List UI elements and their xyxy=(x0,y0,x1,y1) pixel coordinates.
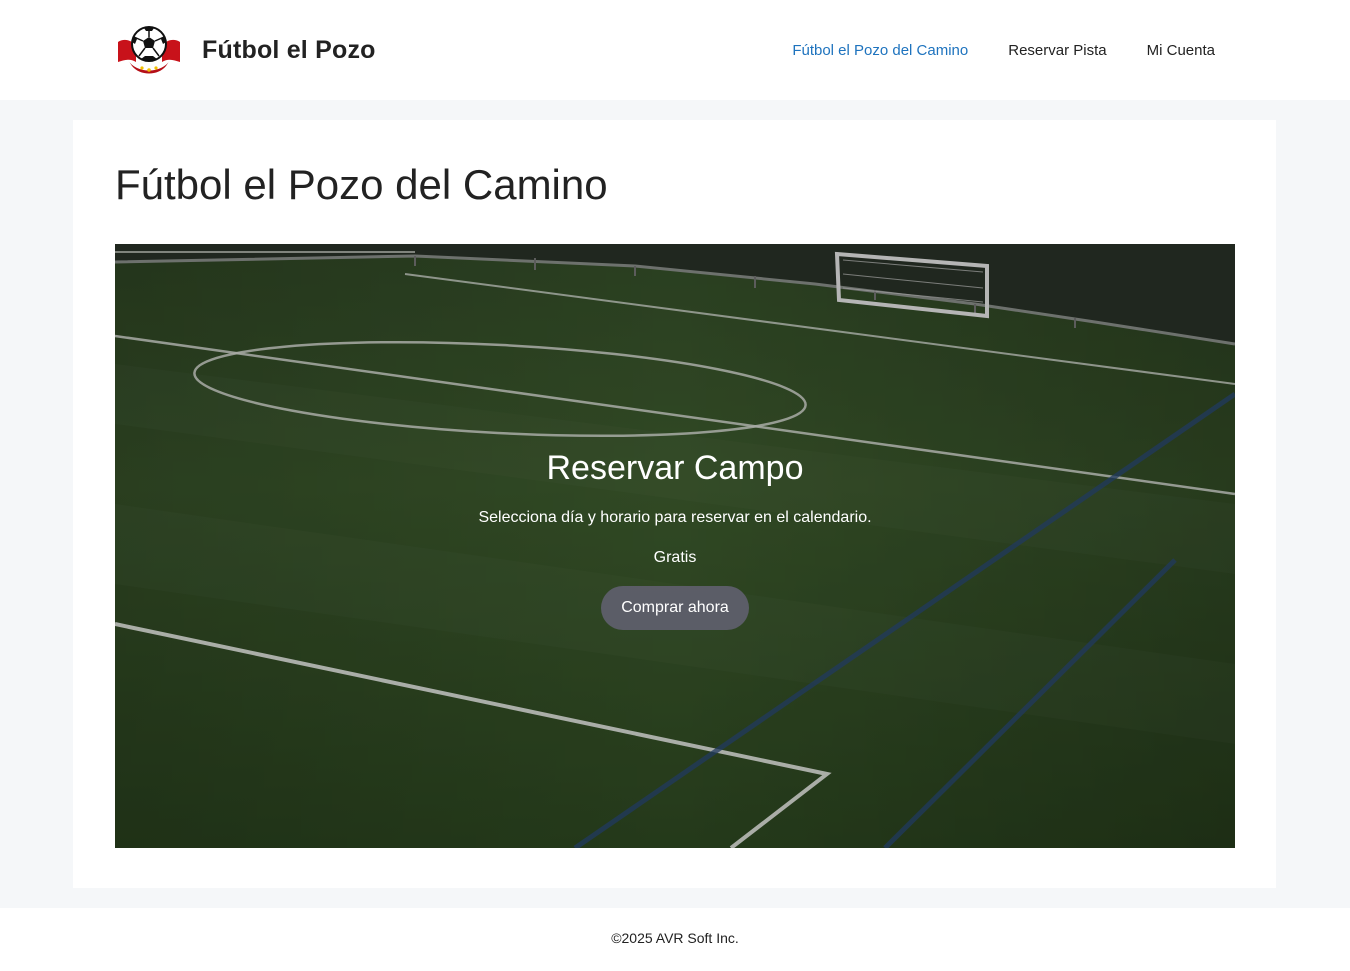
content-card: Fútbol el Pozo del Camino Reservar Campo… xyxy=(73,120,1276,888)
copyright-text: ©2025 AVR Soft Inc. xyxy=(611,930,739,946)
page-title: Fútbol el Pozo del Camino xyxy=(115,161,608,208)
site-footer: ©2025 AVR Soft Inc. xyxy=(0,908,1350,971)
soccer-ball-crest-icon[interactable] xyxy=(114,22,184,78)
brand[interactable]: Fútbol el Pozo xyxy=(114,22,376,78)
nav-item-futbol-el-pozo-del-camino[interactable]: Fútbol el Pozo del Camino xyxy=(792,42,968,59)
site-title[interactable]: Fútbol el Pozo xyxy=(202,36,376,65)
nav-item-reservar-pista[interactable]: Reservar Pista xyxy=(1008,42,1106,59)
price-label: Gratis xyxy=(653,549,697,566)
hero-title: Reservar Campo xyxy=(546,449,804,487)
hero-banner: Reservar Campo Selecciona día y horario … xyxy=(115,244,1235,848)
hero-description: Selecciona día y horario para reservar e… xyxy=(478,509,872,526)
nav-item-mi-cuenta[interactable]: Mi Cuenta xyxy=(1147,42,1215,59)
main-nav: Fútbol el Pozo del Camino Reservar Pista… xyxy=(752,0,1215,100)
buy-now-button[interactable]: Comprar ahora xyxy=(601,586,749,630)
site-header: Fútbol el Pozo Fútbol el Pozo del Camino… xyxy=(0,0,1350,100)
hero-content: Reservar Campo Selecciona día y horario … xyxy=(115,444,1235,630)
